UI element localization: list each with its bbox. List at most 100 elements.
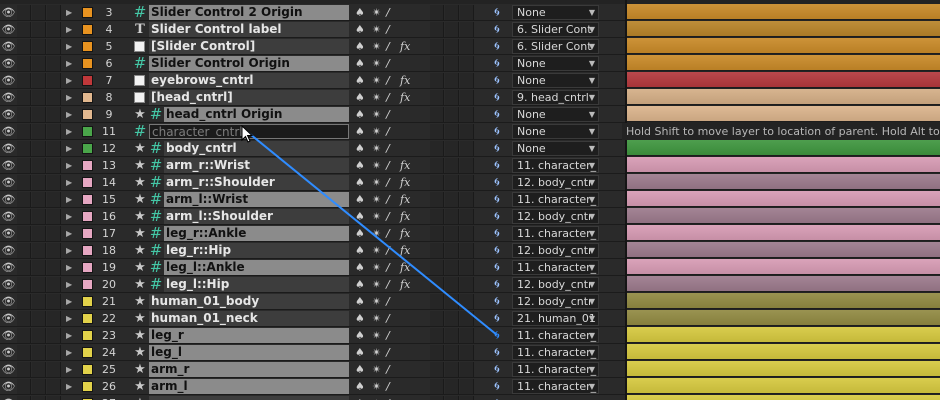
parent-dropdown[interactable]: 11. character_ ▼	[512, 345, 599, 360]
quality-switch-icon[interactable]: /	[386, 243, 390, 258]
parent-dropdown[interactable]: 11. character_ ▼	[512, 379, 599, 394]
solo-switch[interactable]	[32, 141, 46, 156]
layer-name[interactable]: Slider Control Origin	[149, 56, 349, 71]
label-color-swatch[interactable]	[82, 245, 93, 256]
audio-switch[interactable]	[17, 362, 31, 377]
solo-switch[interactable]	[32, 311, 46, 326]
expand-triangle-icon[interactable]: ▶	[66, 277, 76, 292]
layer-row[interactable]: 👁︎ ▶ 22 ★ human_01_neck ♠ ✴ / 🌀︎ 21. human_01 ▼	[0, 310, 940, 327]
lock-switch[interactable]	[47, 379, 61, 394]
shy-star-icon[interactable]: ★	[133, 192, 147, 207]
label-color-swatch[interactable]	[82, 211, 93, 222]
adjustment-switch[interactable]	[445, 175, 459, 190]
collapse-switch-icon[interactable]: ✴	[372, 73, 381, 88]
collapse-switch-icon[interactable]: ✴	[372, 345, 381, 360]
shy-star-icon[interactable]: ★	[133, 209, 147, 224]
label-color-swatch[interactable]	[82, 160, 93, 171]
label-color-swatch[interactable]	[82, 347, 93, 358]
solo-switch[interactable]	[32, 175, 46, 190]
layer-name[interactable]	[149, 396, 349, 400]
eye-icon[interactable]: 👁︎	[1, 158, 16, 173]
collapse-switch-icon[interactable]: ✴	[372, 39, 381, 54]
solo-switch[interactable]	[32, 39, 46, 54]
lock-switch[interactable]	[47, 328, 61, 343]
parent-dropdown[interactable]: None ▼	[512, 124, 599, 139]
adjustment-switch[interactable]	[445, 90, 459, 105]
adjustment-switch[interactable]	[445, 311, 459, 326]
3d-switch[interactable]	[460, 243, 474, 258]
layer-name[interactable]: Slider Control label	[149, 22, 349, 37]
eye-icon[interactable]: 👁︎	[1, 379, 16, 394]
shy-switch-icon[interactable]: ♠	[355, 107, 365, 122]
audio-switch[interactable]	[17, 56, 31, 71]
3d-switch[interactable]	[460, 175, 474, 190]
layer-duration-bar[interactable]	[627, 89, 940, 105]
expand-triangle-icon[interactable]: ▶	[66, 345, 76, 360]
expand-triangle-icon[interactable]: ▶	[66, 294, 76, 309]
3d-switch[interactable]	[460, 5, 474, 20]
solo-switch[interactable]	[32, 90, 46, 105]
eye-icon[interactable]: 👁︎	[1, 362, 16, 377]
fx-switch-icon[interactable]: fx	[400, 243, 410, 258]
shy-switch-icon[interactable]: ♠	[355, 226, 365, 241]
eye-icon[interactable]: 👁︎	[1, 277, 16, 292]
adjustment-switch[interactable]	[445, 328, 459, 343]
layer-row[interactable]: 👁︎ ▶ 3 # Slider Control 2 Origin ♠ ✴ / 🌀︎ None ▼	[0, 4, 940, 21]
quality-switch-icon[interactable]: /	[386, 311, 390, 326]
expand-triangle-icon[interactable]: ▶	[66, 56, 76, 71]
shy-switch-icon[interactable]: ♠	[355, 141, 365, 156]
layer-duration-bar[interactable]	[627, 174, 940, 190]
collapse-switch-icon[interactable]: ✴	[372, 56, 381, 71]
fx-switch-icon[interactable]: fx	[400, 226, 410, 241]
pick-whip-icon[interactable]: 🌀︎	[490, 22, 504, 37]
eye-icon[interactable]: 👁︎	[1, 311, 16, 326]
layer-row[interactable]: 👁︎ ▶ 7 eyebrows_cntrl ♠ ✴ / fx 🌀︎ None ▼	[0, 72, 940, 89]
expand-triangle-icon[interactable]: ▶	[66, 5, 76, 20]
audio-switch[interactable]	[17, 5, 31, 20]
adjustment-switch[interactable]	[445, 345, 459, 360]
fx-switch-icon[interactable]: fx	[400, 39, 410, 54]
layer-duration-bar[interactable]	[627, 242, 940, 258]
motion-blur-switch[interactable]	[430, 158, 444, 173]
quality-switch-icon[interactable]: /	[386, 56, 390, 71]
3d-switch[interactable]	[460, 209, 474, 224]
layer-name[interactable]: leg_l::Ankle	[164, 260, 349, 275]
collapse-switch-icon[interactable]: ✴	[372, 311, 381, 326]
audio-switch[interactable]	[17, 90, 31, 105]
shy-switch-icon[interactable]: ♠	[355, 277, 365, 292]
pick-whip-icon[interactable]: 🌀︎	[490, 260, 504, 275]
layer-row[interactable]: 👁︎ ▶ 13 ★ # arm_r::Wrist ♠ ✴ / fx 🌀︎ 11. character_…	[0, 157, 940, 174]
fx-switch-icon[interactable]: fx	[400, 175, 410, 190]
layer-name[interactable]: eyebrows_cntrl	[149, 73, 349, 88]
motion-blur-switch[interactable]	[430, 22, 444, 37]
pick-whip-icon[interactable]: 🌀︎	[490, 209, 504, 224]
collapse-switch-icon[interactable]: ✴	[372, 141, 381, 156]
quality-switch-icon[interactable]: /	[386, 260, 390, 275]
adjustment-switch[interactable]	[445, 141, 459, 156]
shy-switch-icon[interactable]: ♠	[355, 294, 365, 309]
layer-row[interactable]: 👁︎ ▶ 25 ★ arm_r ♠ ✴ / 🌀︎ 11. character_ ▼	[0, 361, 940, 378]
audio-switch[interactable]	[17, 107, 31, 122]
eye-icon[interactable]: 👁︎	[1, 175, 16, 190]
pick-whip-icon[interactable]: 🌀︎	[490, 328, 504, 343]
quality-switch-icon[interactable]: /	[386, 175, 390, 190]
label-color-swatch[interactable]	[82, 228, 93, 239]
motion-blur-switch[interactable]	[430, 175, 444, 190]
layer-duration-bar[interactable]	[627, 361, 940, 377]
quality-switch-icon[interactable]: /	[386, 226, 390, 241]
layer-duration-bar[interactable]	[627, 21, 940, 37]
3d-switch[interactable]	[460, 90, 474, 105]
layer-name[interactable]: leg_r::Hip	[164, 243, 349, 258]
pick-whip-icon[interactable]: 🌀︎	[490, 158, 504, 173]
layer-name[interactable]: leg_r	[149, 328, 349, 343]
layer-row[interactable]: 👁︎ ▶ 21 ★ human_01_body ♠ ✴ / 🌀︎ 12. body_cntr ▼	[0, 293, 940, 310]
expand-triangle-icon[interactable]: ▶	[66, 158, 76, 173]
lock-switch[interactable]	[47, 260, 61, 275]
layer-duration-bar[interactable]	[627, 55, 940, 71]
collapse-switch-icon[interactable]: ✴	[372, 124, 381, 139]
layer-row[interactable]: 👁︎ ▶ 12 ★ # body_cntrl ♠ ✴ / 🌀︎ None ▼	[0, 140, 940, 157]
motion-blur-switch[interactable]	[430, 396, 444, 400]
audio-switch[interactable]	[17, 73, 31, 88]
audio-switch[interactable]	[17, 345, 31, 360]
eye-icon[interactable]: 👁︎	[1, 73, 16, 88]
